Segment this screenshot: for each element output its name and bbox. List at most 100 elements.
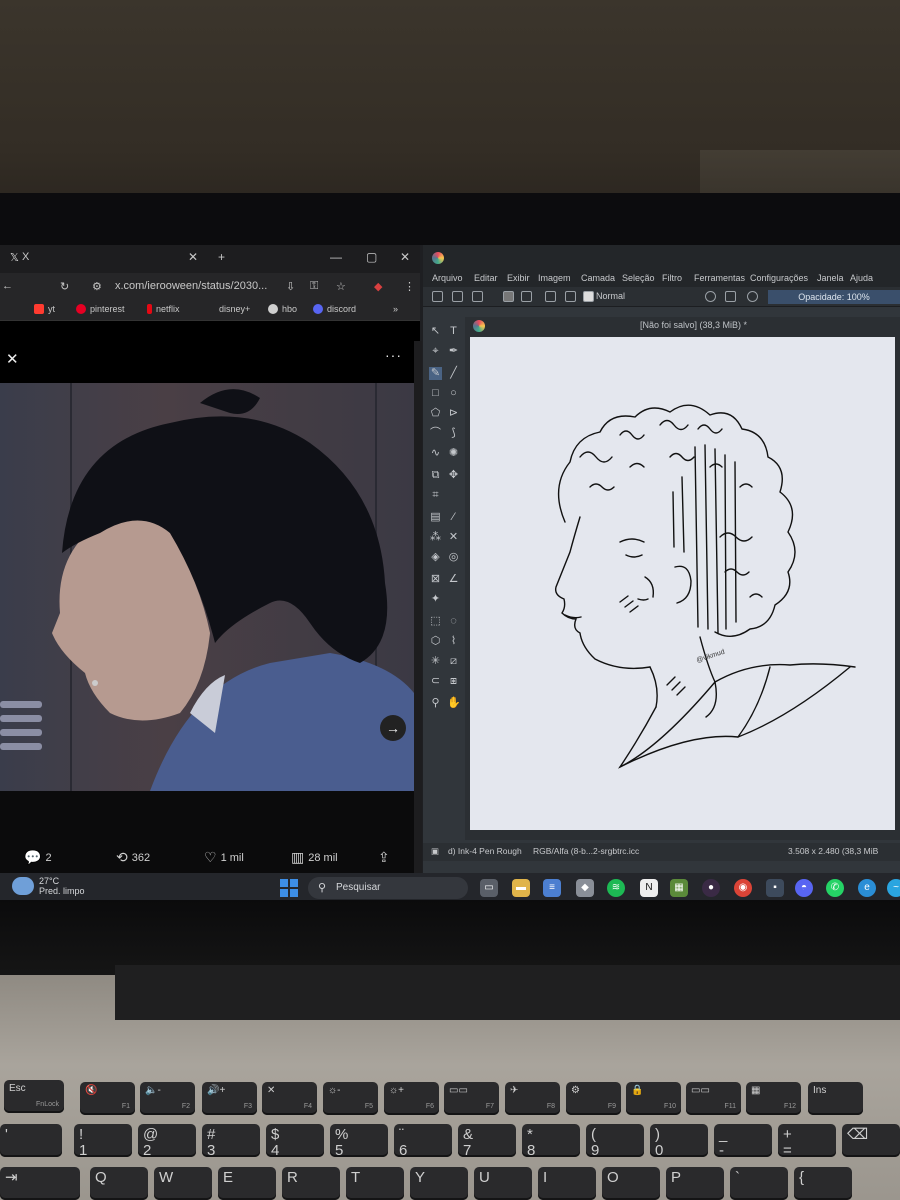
window-minimize-icon[interactable]: — bbox=[330, 250, 342, 264]
brush-preset-icon[interactable] bbox=[565, 291, 576, 302]
reload-icon[interactable]: ↻ bbox=[60, 280, 69, 293]
menu-exibir[interactable]: Exibir bbox=[507, 273, 530, 283]
bookmark-hbo[interactable]: hbo bbox=[268, 304, 297, 314]
smart-patch-tool-icon[interactable]: ✕ bbox=[447, 531, 460, 544]
browser-tab-title[interactable]: X bbox=[22, 251, 29, 263]
save-icon[interactable] bbox=[472, 291, 483, 302]
opacity-slider[interactable]: Opacidade: 100% bbox=[768, 290, 900, 304]
start-button-icon[interactable] bbox=[280, 879, 298, 897]
new-tab-icon[interactable]: + bbox=[218, 250, 225, 264]
similar-select-tool-icon[interactable]: ⧄ bbox=[447, 655, 460, 668]
open-document-icon[interactable] bbox=[452, 291, 463, 302]
select-shapes-tool-icon[interactable]: ↖ bbox=[429, 325, 442, 338]
tab-close-icon[interactable]: ✕ bbox=[188, 250, 198, 264]
menu-ferramentas[interactable]: Ferramentas bbox=[694, 273, 745, 283]
assistant-tool-icon[interactable]: ⊠ bbox=[429, 573, 442, 586]
blend-mode-select[interactable]: Normal bbox=[596, 291, 625, 301]
repost-button[interactable]: ⟲ 362 bbox=[116, 849, 150, 866]
brush-tool-icon[interactable]: ✎ bbox=[429, 367, 442, 380]
pattern-icon[interactable] bbox=[521, 291, 532, 302]
bezier-tool-icon[interactable]: ⌒ bbox=[429, 427, 442, 440]
address-bar[interactable]: x.com/ierooween/status/2030... bbox=[115, 280, 267, 292]
multibrush-tool-icon[interactable]: ✺ bbox=[447, 447, 460, 460]
extension-icon[interactable]: ◆ bbox=[374, 280, 382, 293]
close-icon[interactable]: ✕ bbox=[6, 350, 19, 368]
enclose-fill-tool-icon[interactable]: ◎ bbox=[447, 551, 460, 564]
reference-tool-icon[interactable]: ✦ bbox=[429, 593, 442, 606]
measure-tool-icon[interactable]: ∠ bbox=[447, 573, 460, 586]
fill-tool-icon[interactable]: ◈ bbox=[429, 551, 442, 564]
menu-editar[interactable]: Editar bbox=[474, 273, 498, 283]
document-tab[interactable]: [Não foi salvo] (38,3 MiB) * bbox=[465, 317, 900, 335]
task-view-icon[interactable]: ▭ bbox=[480, 879, 498, 897]
edge-icon[interactable]: e bbox=[858, 879, 876, 897]
bookmark-disney[interactable]: disney+ bbox=[205, 304, 250, 314]
weather-widget[interactable]: 27°C Pred. limpo bbox=[12, 876, 85, 896]
views-button[interactable]: ▥ 28 mil bbox=[291, 849, 338, 866]
eraser-icon[interactable] bbox=[705, 291, 716, 302]
bookmark-star-icon[interactable]: ☆ bbox=[336, 280, 346, 293]
window-maximize-icon[interactable]: ▢ bbox=[366, 250, 377, 264]
line-tool-icon[interactable]: ╱ bbox=[447, 367, 460, 380]
reply-button[interactable]: 💬 2 bbox=[24, 849, 52, 866]
zoom-tool-icon[interactable]: ⚲ bbox=[429, 697, 442, 710]
brush-preview-icon[interactable] bbox=[583, 291, 594, 302]
more-options-icon[interactable]: ··· bbox=[385, 347, 402, 363]
password-icon[interactable]: ⚿ bbox=[310, 280, 318, 293]
taskbar-search[interactable]: ⚲ Pesquisar bbox=[308, 877, 468, 899]
transform-tool-icon[interactable]: ⧉ bbox=[429, 469, 442, 482]
menu-selecao[interactable]: Seleção bbox=[622, 273, 655, 283]
ellipse-tool-icon[interactable]: ○ bbox=[447, 387, 460, 400]
menu-kebab-icon[interactable]: ⋮ bbox=[404, 280, 415, 293]
next-image-arrow-icon[interactable]: → bbox=[380, 715, 406, 741]
menu-configuracoes[interactable]: Configurações bbox=[750, 273, 808, 283]
bookmark-discord[interactable]: discord bbox=[313, 304, 356, 314]
menu-filtro[interactable]: Filtro bbox=[662, 273, 682, 283]
pan-tool-icon[interactable]: ✋ bbox=[447, 697, 461, 710]
post-photo[interactable]: → bbox=[0, 383, 414, 791]
crop-tool-icon[interactable]: ⌗ bbox=[429, 489, 442, 502]
ellipse-select-tool-icon[interactable]: ◌ bbox=[447, 615, 460, 628]
bookmarks-overflow-icon[interactable]: » bbox=[393, 304, 398, 314]
new-document-icon[interactable] bbox=[432, 291, 443, 302]
alpha-lock-icon[interactable] bbox=[725, 291, 736, 302]
polygon-select-tool-icon[interactable]: ⬡ bbox=[429, 635, 442, 648]
menu-janela[interactable]: Janela bbox=[817, 273, 844, 283]
menu-ajuda[interactable]: Ajuda bbox=[850, 273, 873, 283]
minecraft-icon[interactable]: ▦ bbox=[670, 879, 688, 897]
brush-settings-icon[interactable] bbox=[545, 291, 556, 302]
gradient-icon[interactable] bbox=[503, 291, 514, 302]
app-icon[interactable]: ▪ bbox=[766, 879, 784, 897]
chrome-icon[interactable]: ◉ bbox=[734, 879, 752, 897]
move-tool-icon[interactable]: ✥ bbox=[447, 469, 460, 482]
colorize-mask-tool-icon[interactable]: ⁂ bbox=[429, 531, 442, 544]
bookmark-yt[interactable]: yt bbox=[34, 304, 55, 314]
bookmark-pinterest[interactable]: pinterest bbox=[76, 304, 125, 314]
polyline-tool-icon[interactable]: ⊳ bbox=[447, 407, 460, 420]
notion-icon[interactable]: N bbox=[640, 879, 658, 897]
whatsapp-icon[interactable]: ✆ bbox=[826, 879, 844, 897]
text-tool-icon[interactable]: T bbox=[447, 325, 460, 338]
drawing-canvas[interactable]: @vikmud bbox=[470, 337, 895, 830]
freehand-select-tool-icon[interactable]: ⌇ bbox=[447, 635, 460, 648]
reload-preset-icon[interactable] bbox=[747, 291, 758, 302]
roblox-icon[interactable]: ◆ bbox=[576, 879, 594, 897]
edit-shapes-tool-icon[interactable]: ⌖ bbox=[429, 345, 442, 358]
dynamic-brush-tool-icon[interactable]: ∿ bbox=[429, 447, 442, 460]
like-button[interactable]: ♡ 1 mil bbox=[204, 849, 244, 866]
polygon-tool-icon[interactable]: ⬠ bbox=[429, 407, 442, 420]
bookmark-netflix[interactable]: netflix bbox=[147, 304, 180, 314]
file-explorer-icon[interactable]: ▬ bbox=[512, 879, 530, 897]
contiguous-select-tool-icon[interactable]: ✳ bbox=[429, 655, 442, 668]
menu-arquivo[interactable]: Arquivo bbox=[432, 273, 463, 283]
bezier-select-tool-icon[interactable]: ⊂ bbox=[429, 675, 442, 688]
window-close-icon[interactable]: ✕ bbox=[400, 250, 410, 264]
calligraphy-tool-icon[interactable]: ✒ bbox=[447, 345, 460, 358]
install-icon[interactable]: ⇩ bbox=[286, 280, 295, 293]
menu-camada[interactable]: Camada bbox=[581, 273, 615, 283]
notepad-icon[interactable]: ≡ bbox=[543, 879, 561, 897]
color-picker-tool-icon[interactable]: ⁄ bbox=[447, 511, 460, 524]
menu-imagem[interactable]: Imagem bbox=[538, 273, 571, 283]
krita-taskbar-icon[interactable]: ● bbox=[702, 879, 720, 897]
app-icon-2[interactable]: ~ bbox=[887, 879, 900, 897]
